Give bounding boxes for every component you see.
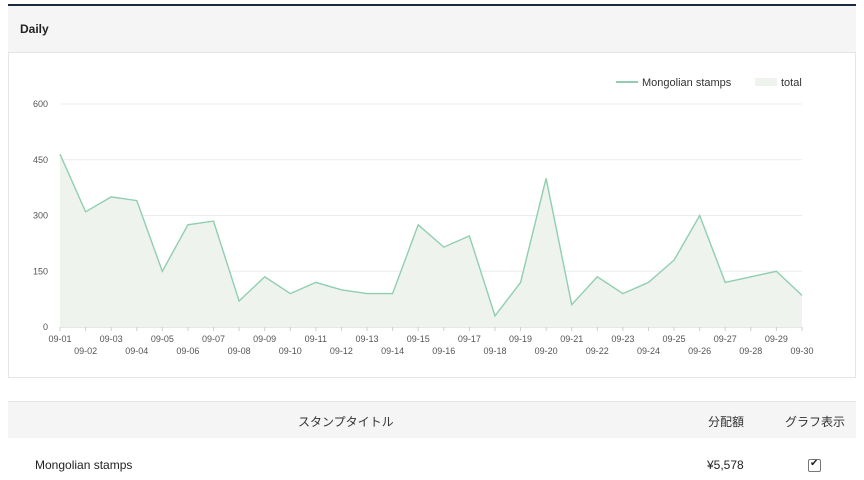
x-tick-label: 09-21 [560, 334, 583, 344]
x-tick-label: 09-23 [611, 334, 634, 344]
y-axis: 0 150 300 450 600 [33, 99, 48, 332]
row-amount: ¥5,578 [707, 458, 744, 472]
legend-swatch-total[interactable] [755, 78, 777, 86]
x-tick-label: 09-27 [714, 334, 737, 344]
x-tick-label: 09-24 [637, 346, 660, 356]
table-row: Mongolian stamps ¥5,578 [8, 452, 856, 480]
legend-label-total[interactable]: total [781, 77, 802, 89]
x-tick-label: 09-03 [100, 334, 123, 344]
x-tick-label: 09-09 [253, 334, 276, 344]
x-tick-label: 09-26 [688, 346, 711, 356]
y-tick-label: 150 [33, 266, 48, 276]
column-header-amount: 分配額 [708, 415, 745, 429]
x-tick-label: 09-30 [790, 346, 813, 356]
graph-toggle-checkbox[interactable] [808, 458, 821, 472]
column-header-graph: グラフ表示 [785, 415, 846, 429]
x-tick-label: 09-16 [432, 346, 455, 356]
x-tick-label: 09-18 [483, 346, 506, 356]
daily-chart-svg: 0150300450600 09-0109-0209-0309-0409-050… [33, 77, 814, 356]
y-tick-label: 300 [33, 211, 48, 221]
x-tick-label: 09-10 [279, 346, 302, 356]
y-tick-label: 450 [33, 155, 48, 165]
x-tick-label: 09-02 [74, 346, 97, 356]
x-tick-label: 09-25 [663, 334, 686, 344]
series-area-total [60, 154, 802, 327]
x-tick-label: 09-19 [509, 334, 532, 344]
x-tick-label: 09-12 [330, 346, 353, 356]
x-tick-label: 09-22 [586, 346, 609, 356]
x-tick-label: 09-14 [381, 346, 404, 356]
x-tick-label: 09-05 [151, 334, 174, 344]
x-axis: 09-0109-0209-0309-0409-0509-0609-0709-08… [48, 327, 814, 356]
x-tick-label: 09-28 [739, 346, 762, 356]
x-tick-label: 09-29 [765, 334, 788, 344]
x-tick-label: 09-04 [125, 346, 148, 356]
legend-label-mongolian-stamps[interactable]: Mongolian stamps [642, 77, 732, 89]
chart-legend: Mongolian stamps total [616, 77, 802, 89]
table-header: スタンプタイトル 分配額 グラフ表示 [8, 401, 856, 438]
x-tick-label: 09-13 [356, 334, 379, 344]
y-tick-label: 0 [43, 322, 48, 332]
x-tick-label: 09-15 [407, 334, 430, 344]
x-tick-label: 09-06 [176, 346, 199, 356]
x-tick-label: 09-07 [202, 334, 225, 344]
x-tick-label: 09-01 [48, 334, 71, 344]
x-tick-label: 09-20 [535, 346, 558, 356]
y-tick-label: 600 [33, 99, 48, 109]
x-tick-label: 09-08 [228, 346, 251, 356]
row-title: Mongolian stamps [35, 458, 133, 472]
x-tick-label: 09-11 [305, 334, 327, 344]
x-tick-label: 09-17 [458, 334, 481, 344]
column-header-title: スタンプタイトル [298, 415, 394, 429]
